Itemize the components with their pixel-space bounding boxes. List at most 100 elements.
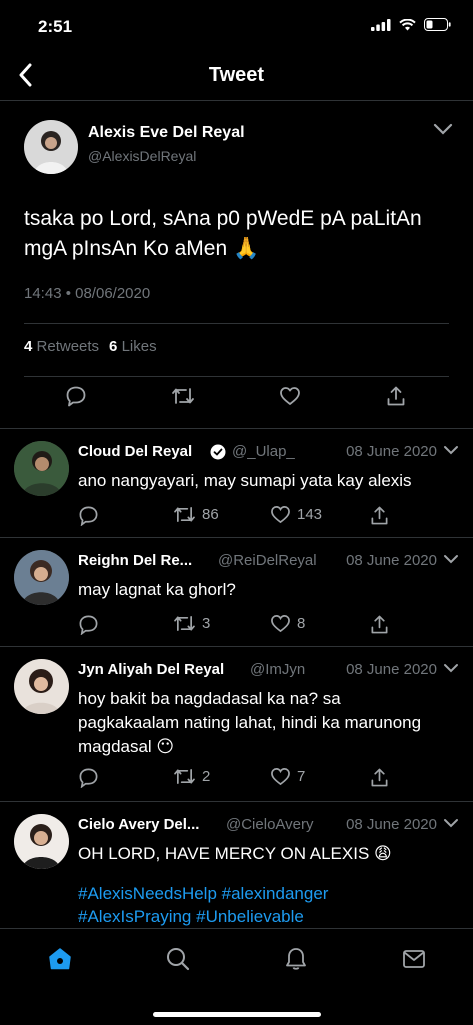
chevron-down-icon[interactable] [443,554,459,564]
like-count: 8 [297,615,306,632]
share-icon [387,386,405,406]
chevron-down-icon[interactable] [443,663,459,673]
tweet-actions [0,382,473,422]
reply-button[interactable] [62,382,90,410]
reply-icon [66,386,86,407]
reply-button[interactable] [78,767,99,788]
author-handle[interactable]: @AlexisDelReyal [88,148,196,164]
battery-icon [424,18,451,31]
hashtags-line[interactable]: #AlexIsPraying #Unbelievable [78,905,458,928]
reply-date: 08 June 2020 [346,443,437,460]
reply-tweet[interactable]: Jyn Aliyah Del Reyal @ImJyn 08 June 2020… [0,646,473,802]
retweet-icon [174,615,195,632]
reply-tweet[interactable]: Cielo Avery Del... @CieloAvery 08 June 2… [0,801,473,929]
share-button[interactable] [370,614,389,635]
like-count: 7 [297,768,306,785]
search-icon [167,948,190,971]
reply-date: 08 June 2020 [346,552,437,569]
reply-author-name[interactable]: Cloud Del Reyal [78,443,192,460]
reply-header: Cloud Del Reyal @_Ulap_ 08 June 2020 [78,443,459,463]
reply-author-handle[interactable]: @ImJyn [250,661,305,678]
avatar[interactable] [14,659,69,714]
like-icon [280,387,300,405]
divider [24,323,449,324]
like-button[interactable]: 7 [270,767,305,786]
chevron-down-icon[interactable] [443,445,459,455]
retweet-icon [174,506,195,523]
like-icon [271,768,290,786]
reply-header: Jyn Aliyah Del Reyal @ImJyn 08 June 2020 [78,661,459,681]
home-icon [49,948,71,970]
page-title: Tweet [208,64,265,86]
share-icon [371,768,388,787]
reply-date: 08 June 2020 [346,816,437,833]
retweet-button[interactable] [169,382,197,410]
reply-tweet[interactable]: Reighn Del Re... @ReiDelReyal 08 June 20… [0,537,473,647]
chevron-down-icon [433,123,453,135]
share-button[interactable] [370,505,389,526]
retweet-icon [172,388,194,404]
tweet-timestamp: 14:43 • 08/06/2020 [24,285,151,302]
reply-author-name[interactable]: Reighn Del Re... [78,552,192,569]
tab-home[interactable] [44,943,76,975]
retweet-button[interactable]: 3 [173,614,210,633]
reply-button[interactable] [78,505,99,526]
reply-button[interactable] [78,614,99,635]
status-time: 2:51 [38,17,73,36]
like-button[interactable] [276,382,304,410]
share-icon [371,615,388,634]
reply-date: 08 June 2020 [346,661,437,678]
like-button[interactable]: 8 [270,614,305,633]
tweet-stats: 4 Retweets 6 Likes [24,338,157,355]
chevron-down-icon[interactable] [443,818,459,828]
nav-header: Tweet [0,52,473,101]
like-icon [271,506,290,524]
reply-author-name[interactable]: Cielo Avery Del... [78,816,199,833]
retweet-button[interactable]: 86 [173,505,219,524]
like-count: 143 [297,506,323,523]
retweets-stat[interactable]: 4 Retweets [24,338,99,355]
reply-author-handle[interactable]: @CieloAvery [226,816,313,833]
verified-icon [210,444,226,460]
avatar[interactable] [24,120,78,174]
reply-tweet[interactable]: Cloud Del Reyal @_Ulap_ 08 June 2020 ano… [0,428,473,538]
tab-search[interactable] [162,943,194,975]
author-name[interactable]: Alexis Eve Del Reyal [88,124,245,142]
reply-header: Cielo Avery Del... @CieloAvery 08 June 2… [78,816,459,836]
reply-icon [79,768,98,788]
likes-stat[interactable]: 6 Likes [109,338,157,355]
reply-author-handle[interactable]: @ReiDelReyal [218,552,317,569]
avatar[interactable] [14,441,69,496]
share-button[interactable] [370,767,389,788]
status-icons [371,18,451,31]
tab-notifications[interactable] [280,943,312,975]
reply-icon [79,615,98,635]
reply-text: may lagnat ka ghorl? [78,580,236,599]
hashtags-line[interactable]: #AlexisNeedsHelp #alexindanger [78,882,458,905]
reply-actions: 3 8 [78,614,398,638]
share-button[interactable] [382,382,410,410]
like-button[interactable]: 143 [270,505,322,524]
divider [24,376,449,377]
notifications-icon [286,948,306,970]
tab-messages[interactable] [398,943,430,975]
retweet-count: 86 [202,506,219,523]
reply-text: ano nangyayari, may sumapi yata kay alex… [78,471,412,490]
reply-header: Reighn Del Re... @ReiDelReyal 08 June 20… [78,552,459,572]
tab-bar [0,928,473,1025]
messages-icon [403,950,425,968]
avatar[interactable] [14,814,69,869]
tweet-menu-button[interactable] [433,122,453,140]
retweet-icon [174,768,195,785]
share-icon [371,506,388,525]
reply-actions: 2 7 [78,767,398,791]
retweet-count: 2 [202,768,211,785]
reply-actions: 86 143 [78,505,398,529]
tweet-text: tsaka po Lord, sAna p0 pWedE pA paLitAn … [24,207,422,260]
reply-author-name[interactable]: Jyn Aliyah Del Reyal [78,661,224,678]
reply-icon [79,506,98,526]
retweet-button[interactable]: 2 [173,767,210,786]
wifi-icon [399,18,416,30]
reply-author-handle[interactable]: @_Ulap_ [232,443,295,460]
avatar[interactable] [14,550,69,605]
